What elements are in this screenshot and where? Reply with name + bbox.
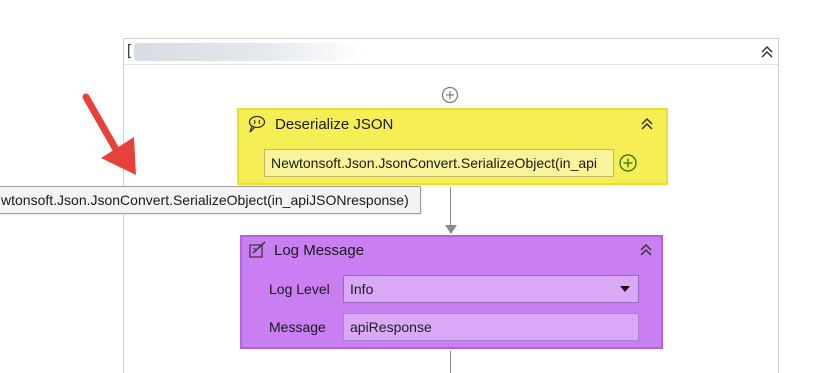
plus-circle-icon — [619, 154, 637, 172]
expression-tooltip: wtonsoft.Json.JsonConvert.SerializeObjec… — [0, 186, 421, 214]
double-chevron-up-icon — [761, 45, 773, 58]
log-message-icon — [249, 241, 266, 258]
deserialize-json-title: Deserialize JSON — [275, 116, 394, 133]
sequence-header: [ — [124, 39, 778, 65]
sequence-collapse-button[interactable] — [759, 44, 775, 60]
log-level-label: Log Level — [269, 281, 330, 297]
deserialize-collapse-button[interactable] — [639, 116, 655, 132]
add-activity-button[interactable] — [441, 86, 459, 104]
double-chevron-up-icon — [640, 243, 652, 256]
log-message-title: Log Message — [274, 242, 365, 259]
message-input[interactable]: apiResponse — [343, 313, 639, 341]
deserialize-json-header: Deserialize JSON — [239, 110, 666, 138]
double-chevron-up-icon — [641, 117, 653, 130]
caret-down-icon — [620, 286, 630, 292]
workflow-canvas: [ Deserialize JSON Newtonsoft.Json.JsonC… — [0, 0, 823, 373]
json-deserialize-icon — [248, 115, 266, 133]
connector-line-bottom — [450, 351, 451, 373]
connector-line — [450, 187, 451, 227]
deserialize-json-activity[interactable]: Deserialize JSON Newtonsoft.Json.JsonCon… — [237, 108, 668, 185]
log-level-value: Info — [350, 281, 374, 297]
log-message-collapse-button[interactable] — [638, 242, 654, 258]
message-label: Message — [269, 319, 326, 335]
connector-arrow — [445, 225, 457, 234]
log-level-select[interactable]: Info — [343, 275, 639, 303]
expression-add-button[interactable] — [618, 153, 638, 173]
plus-circle-icon — [441, 86, 459, 104]
json-string-input[interactable]: Newtonsoft.Json.JsonConvert.SerializeObj… — [264, 149, 614, 177]
sequence-bracket: [ — [127, 42, 132, 59]
log-message-activity[interactable]: Log Message Log Level Info Message apiRe… — [240, 235, 663, 349]
sequence-title-redacted — [134, 43, 364, 61]
